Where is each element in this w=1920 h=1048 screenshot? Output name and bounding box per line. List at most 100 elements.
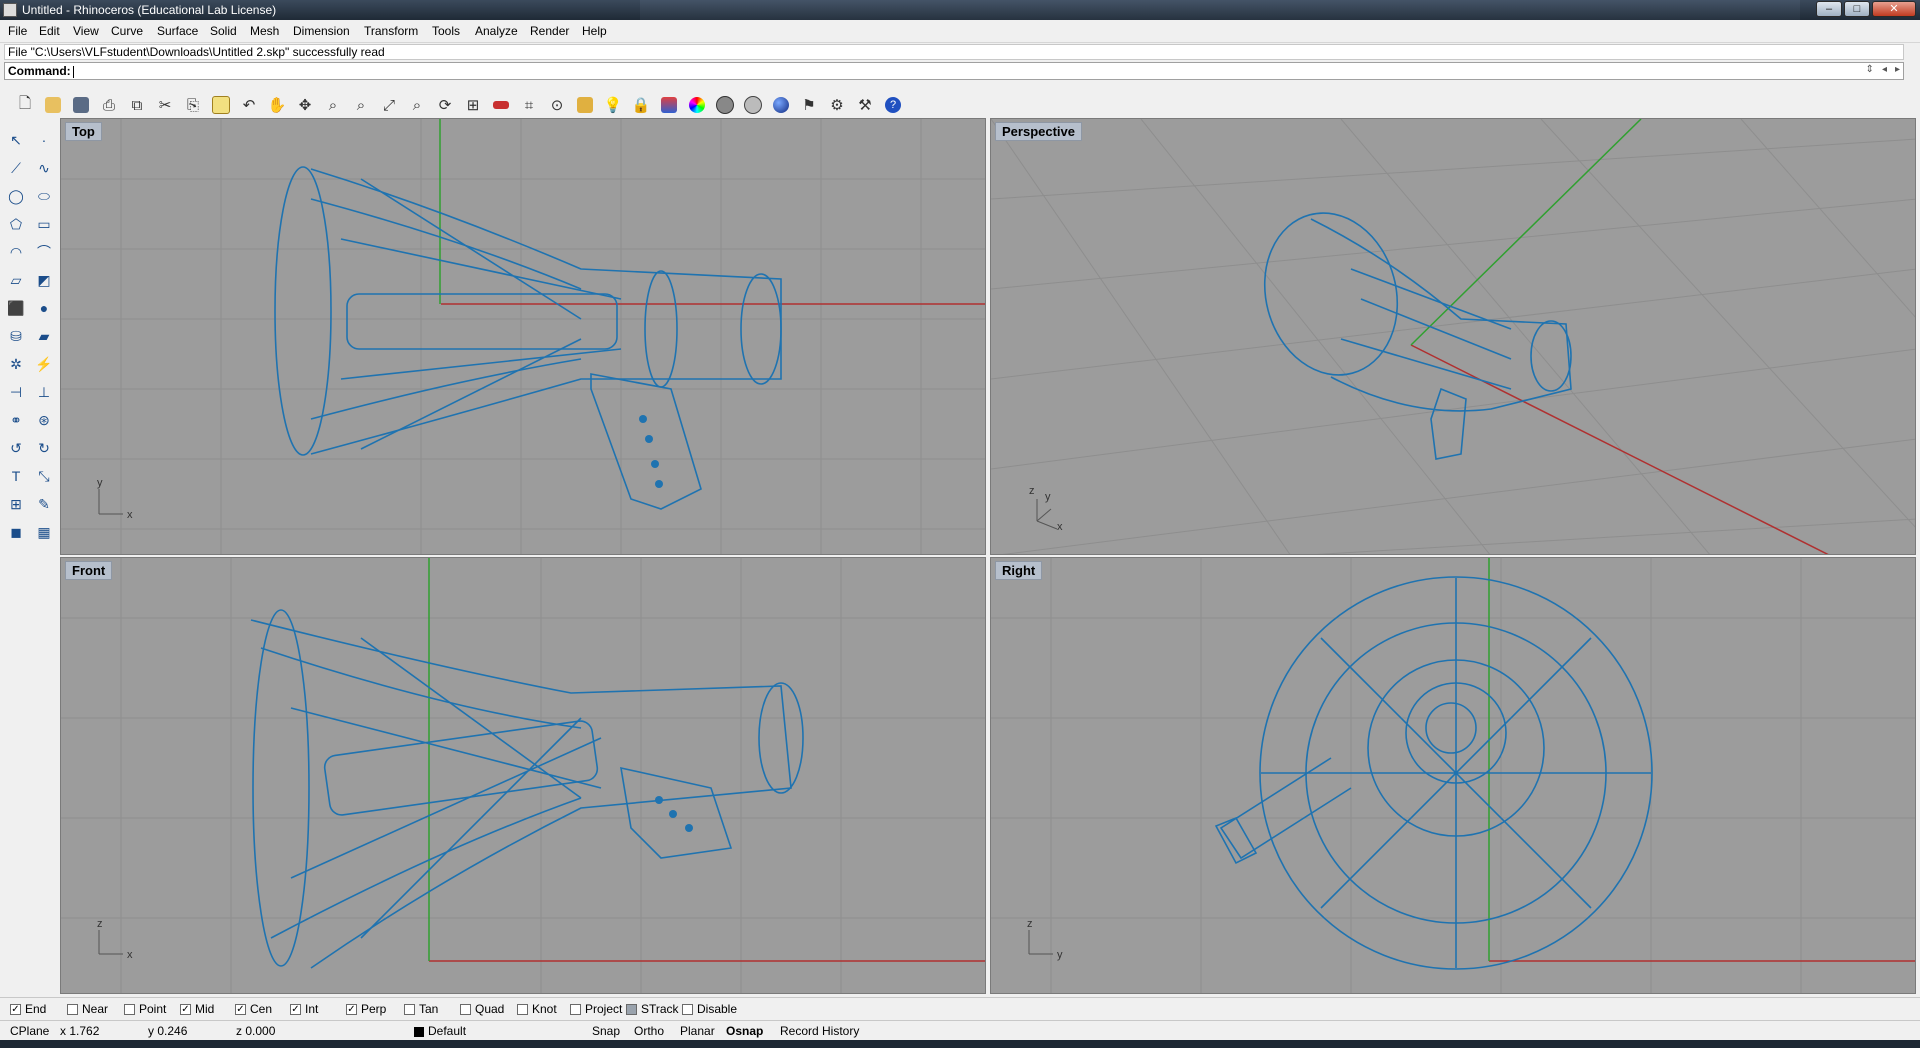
checkbox[interactable]: [404, 1003, 415, 1015]
checkbox[interactable]: ✓: [290, 1003, 301, 1015]
mesh-icon[interactable]: [740, 93, 766, 117]
ortho-toggle[interactable]: Ortho: [634, 1024, 664, 1038]
extrude-icon[interactable]: ▰: [32, 324, 56, 348]
surface-edit-icon[interactable]: ◩: [32, 268, 56, 292]
checkbox[interactable]: [517, 1003, 528, 1015]
maximize-button[interactable]: □: [1844, 1, 1870, 17]
menu-transform[interactable]: Transform: [364, 24, 418, 38]
select-icon[interactable]: ↖: [4, 128, 28, 152]
polygon-icon[interactable]: ⬠: [4, 212, 28, 236]
four-viewports-icon[interactable]: ⊞: [460, 93, 486, 117]
split-icon[interactable]: ⊣: [4, 380, 28, 404]
render-icon[interactable]: [712, 93, 738, 117]
light-icon[interactable]: 💡: [600, 93, 626, 117]
viewport-right[interactable]: Right z y: [990, 557, 1916, 994]
group-icon[interactable]: ⊛: [32, 408, 56, 432]
tools-icon[interactable]: ⚒: [852, 93, 878, 117]
sphere-icon[interactable]: ●: [32, 296, 56, 320]
open-icon[interactable]: [40, 93, 66, 117]
menu-render[interactable]: Render: [530, 24, 569, 38]
surface-icon[interactable]: ▱: [4, 268, 28, 292]
chevron-right-icon[interactable]: ▸: [1895, 64, 1900, 75]
box-icon[interactable]: ⬛: [4, 296, 28, 320]
offset-icon[interactable]: ↻: [32, 436, 56, 460]
viewport-label-perspective[interactable]: Perspective: [995, 122, 1082, 141]
mesh-icon[interactable]: ▦: [32, 520, 56, 544]
circle-icon[interactable]: ◯: [4, 184, 28, 208]
menu-help[interactable]: Help: [582, 24, 607, 38]
rotate-icon[interactable]: ⟳: [432, 93, 458, 117]
menu-analyze[interactable]: Analyze: [475, 24, 518, 38]
minimize-button[interactable]: –: [1816, 1, 1842, 17]
sphere-icon[interactable]: [768, 93, 794, 117]
trim-icon[interactable]: ⊥: [32, 380, 56, 404]
print-icon[interactable]: ⎙: [96, 93, 122, 117]
options-icon[interactable]: ⚙: [824, 93, 850, 117]
osnap-disable[interactable]: Disable: [682, 1002, 737, 1016]
osnap-int[interactable]: ✓ Int: [290, 1002, 318, 1016]
arc-icon[interactable]: ◠: [4, 240, 28, 264]
menu-solid[interactable]: Solid: [210, 24, 237, 38]
checkbox[interactable]: ✓: [346, 1003, 357, 1015]
menu-dimension[interactable]: Dimension: [293, 24, 350, 38]
checkbox[interactable]: [626, 1003, 637, 1015]
osnap-toggle[interactable]: Osnap: [726, 1024, 763, 1038]
analyze-icon[interactable]: ⚭: [4, 408, 28, 432]
osnap-project[interactable]: Project: [570, 1002, 622, 1016]
osnap-knot[interactable]: Knot: [517, 1002, 557, 1016]
current-layer[interactable]: Default: [428, 1024, 466, 1038]
checkbox[interactable]: ✓: [235, 1003, 246, 1015]
osnap-end[interactable]: ✓ End: [10, 1002, 46, 1016]
menu-file[interactable]: File: [8, 24, 27, 38]
checkbox[interactable]: [124, 1003, 135, 1015]
help-icon[interactable]: ?: [880, 93, 906, 117]
viewport-top[interactable]: Top y x: [60, 118, 986, 555]
viewport-label-front[interactable]: Front: [65, 561, 113, 580]
cut-icon[interactable]: ✂: [152, 93, 178, 117]
flag-icon[interactable]: ⚑: [796, 93, 822, 117]
array-icon[interactable]: ⊞: [4, 492, 28, 516]
text-icon[interactable]: T: [4, 464, 28, 488]
lock-icon[interactable]: 🔒: [628, 93, 654, 117]
join-icon[interactable]: ↺: [4, 436, 28, 460]
rotate-view-icon[interactable]: ✥: [292, 93, 318, 117]
close-button[interactable]: ✕: [1872, 1, 1916, 17]
checkbox[interactable]: [460, 1003, 471, 1015]
viewport-front[interactable]: Front z x: [60, 557, 986, 994]
point-icon[interactable]: ·: [32, 128, 56, 152]
osnap-strack[interactable]: STrack: [626, 1002, 679, 1016]
ellipse-icon[interactable]: ⬭: [32, 184, 56, 208]
boolean-icon[interactable]: ⚡: [32, 352, 56, 376]
grid-snap-icon[interactable]: [572, 93, 598, 117]
checkbox[interactable]: [682, 1003, 693, 1015]
menu-edit[interactable]: Edit: [39, 24, 60, 38]
menu-tools[interactable]: Tools: [432, 24, 460, 38]
layer-icon[interactable]: [656, 93, 682, 117]
undo-icon[interactable]: ↶: [236, 93, 262, 117]
planar-toggle[interactable]: Planar: [680, 1024, 715, 1038]
import-icon[interactable]: ⧉: [124, 93, 150, 117]
rectangle-icon[interactable]: ▭: [32, 212, 56, 236]
paste-icon[interactable]: [208, 93, 234, 117]
viewport-perspective[interactable]: Perspective z y x: [990, 118, 1916, 555]
osnap-quad[interactable]: Quad: [460, 1002, 504, 1016]
color-wheel-icon[interactable]: [684, 93, 710, 117]
dimension-icon[interactable]: ⤡: [32, 464, 56, 488]
checkbox[interactable]: ✓: [10, 1003, 21, 1015]
menu-view[interactable]: View: [73, 24, 99, 38]
zoom-extents-icon[interactable]: ⤢: [376, 93, 402, 117]
curve-icon[interactable]: ∿: [32, 156, 56, 180]
command-line[interactable]: Command:: [4, 62, 1904, 80]
save-icon[interactable]: [68, 93, 94, 117]
zoom-window-icon[interactable]: ⌕: [348, 93, 374, 117]
wireframe-icon[interactable]: ⌗: [516, 93, 542, 117]
osnap-point[interactable]: Point: [124, 1002, 166, 1016]
menu-mesh[interactable]: Mesh: [250, 24, 279, 38]
copy-icon[interactable]: ⎘: [180, 93, 206, 117]
zoom-icon[interactable]: ⌕: [320, 93, 346, 117]
checkbox[interactable]: [570, 1003, 581, 1015]
edit-icon[interactable]: ✎: [32, 492, 56, 516]
cylinder-icon[interactable]: ⛁: [4, 324, 28, 348]
pan-icon[interactable]: ✋: [264, 93, 290, 117]
osnap-cen[interactable]: ✓ Cen: [235, 1002, 272, 1016]
